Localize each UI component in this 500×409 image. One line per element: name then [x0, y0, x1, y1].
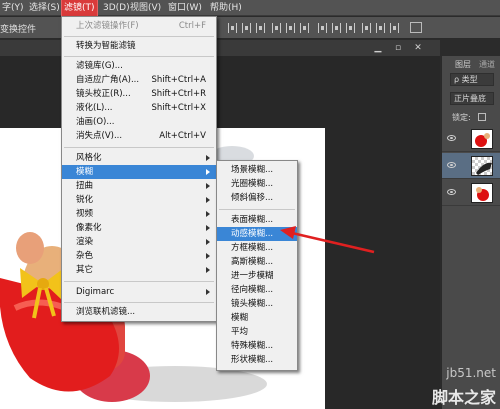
layer-thumbnail [471, 156, 493, 176]
layer-row[interactable] [442, 180, 500, 206]
menu-item-lens-blur[interactable]: 镜头模糊... [217, 297, 297, 311]
menu-item-field-blur[interactable]: 场景模糊... [217, 163, 297, 177]
menu-item-lens-correction[interactable]: 镜头校正(R)... Shift+Ctrl+R [62, 87, 216, 101]
filter-menu: 上次滤镜操作(F) Ctrl+F 转换为智能滤镜 滤镜库(G)... 自适应广角(… [61, 16, 217, 322]
menu-item-adaptive-wide-angle[interactable]: 自适应广角(A)... Shift+Ctrl+A [62, 73, 216, 87]
menu-select[interactable]: 选择(S) [29, 0, 60, 16]
submenu-arrow-icon [206, 211, 210, 217]
menu-window[interactable]: 窗口(W) [168, 0, 202, 16]
layers-panel: 图层 通道 ρ 类型 正片叠底 锁定: [441, 56, 500, 409]
minimize-icon[interactable]: ▁ [372, 43, 384, 53]
submenu-arrow-icon [206, 197, 210, 203]
menu-item-vanishing-point[interactable]: 消失点(V)... Alt+Ctrl+V [62, 129, 216, 143]
submenu-arrow-icon [206, 183, 210, 189]
menu-view[interactable]: 视图(V) [130, 0, 161, 16]
menu-item-tilt-shift[interactable]: 倾斜偏移... [217, 191, 297, 205]
menu-3d[interactable]: 3D(D) [103, 0, 130, 16]
menu-item-video[interactable]: 视频 [62, 207, 216, 221]
blur-submenu: 场景模糊... 光圈模糊... 倾斜偏移... 表面模糊... 动感模糊... … [216, 160, 298, 371]
menu-item-other[interactable]: 其它 [62, 263, 216, 277]
menu-help[interactable]: 帮助(H) [210, 0, 242, 16]
align-vcenter-icon[interactable] [242, 23, 251, 33]
submenu-arrow-icon [206, 239, 210, 245]
distribute-hcenter-icon[interactable] [376, 23, 385, 33]
menu-item-last-filter[interactable]: 上次滤镜操作(F) Ctrl+F [62, 19, 216, 33]
menu-item-oil-paint[interactable]: 油画(O)... [62, 115, 216, 129]
menu-item-filter-gallery[interactable]: 滤镜库(G)... [62, 59, 216, 73]
align-right-icon[interactable] [300, 23, 309, 33]
distribute-vcenter-icon[interactable] [332, 23, 341, 33]
menu-item-noise[interactable]: 杂色 [62, 249, 216, 263]
distribute-bottom-icon[interactable] [346, 23, 355, 33]
lock-label: 锁定: [452, 113, 471, 122]
watermark-domain: jb51.net [446, 366, 496, 380]
align-top-icon[interactable] [228, 23, 237, 33]
distribute-left-icon[interactable] [362, 23, 371, 33]
menu-item-shape-blur[interactable]: 形状模糊... [217, 353, 297, 367]
menu-bar: 字(Y) 选择(S) 滤镜(T) 3D(D) 视图(V) 窗口(W) 帮助(H) [0, 0, 500, 17]
submenu-arrow-icon [206, 225, 210, 231]
visibility-eye-icon[interactable] [447, 189, 456, 195]
watermark-site-name: 脚本之家 [431, 388, 496, 407]
menu-type[interactable]: 字(Y) [2, 0, 24, 16]
align-hcenter-icon[interactable] [286, 23, 295, 33]
layer-thumbnail [471, 183, 493, 203]
menu-filter[interactable]: 滤镜(T) [61, 0, 98, 17]
layer-row-selected[interactable] [442, 153, 500, 179]
menu-item-render[interactable]: 渲染 [62, 235, 216, 249]
menu-separator [64, 281, 214, 282]
transform-controls-label[interactable]: 变换控件 [0, 22, 36, 35]
menu-item-blur-more[interactable]: 进一步模糊 [217, 269, 297, 283]
menu-item-digimarc[interactable]: Digimarc [62, 285, 216, 299]
menu-item-blur[interactable]: 模糊 [217, 311, 297, 325]
menu-item-browse-filters-online[interactable]: 浏览联机滤镜... [62, 305, 216, 319]
close-icon[interactable]: ✕ [412, 43, 424, 53]
submenu-arrow-icon [206, 267, 210, 273]
submenu-arrow-icon [206, 155, 210, 161]
menu-separator [64, 147, 214, 148]
menu-item-liquify[interactable]: 液化(L)... Shift+Ctrl+X [62, 101, 216, 115]
menu-item-sharpen[interactable]: 锐化 [62, 193, 216, 207]
auto-align-icon[interactable] [410, 22, 422, 33]
layer-kind-filter[interactable]: ρ 类型 [450, 73, 494, 86]
layer-row[interactable] [442, 126, 500, 152]
menu-item-blur[interactable]: 模糊 [62, 165, 216, 179]
menu-separator [64, 36, 214, 37]
tab-layers[interactable]: 图层 [452, 58, 474, 71]
restore-icon[interactable]: ▫ [392, 43, 404, 53]
menu-item-distort[interactable]: 扭曲 [62, 179, 216, 193]
menu-separator [64, 302, 214, 303]
align-left-icon[interactable] [272, 23, 281, 33]
distribute-top-icon[interactable] [318, 23, 327, 33]
menu-item-smart-blur[interactable]: 特殊模糊... [217, 339, 297, 353]
submenu-arrow-icon [206, 253, 210, 259]
red-arrow-annotation [280, 226, 375, 254]
submenu-arrow-icon [206, 289, 210, 295]
distribute-right-icon[interactable] [390, 23, 399, 33]
lock-pixels-icon[interactable] [478, 113, 486, 121]
menu-separator [64, 56, 214, 57]
menu-separator [219, 209, 295, 210]
align-bottom-icon[interactable] [256, 23, 265, 33]
menu-item-convert-smart-filter[interactable]: 转换为智能滤镜 [62, 39, 216, 53]
menu-item-pixelate[interactable]: 像素化 [62, 221, 216, 235]
visibility-eye-icon[interactable] [447, 135, 456, 141]
menu-item-gaussian-blur[interactable]: 高斯模糊... [217, 255, 297, 269]
menu-item-stylize[interactable]: 风格化 [62, 151, 216, 165]
submenu-arrow-icon [206, 169, 210, 175]
menu-item-average[interactable]: 平均 [217, 325, 297, 339]
menu-item-iris-blur[interactable]: 光圈模糊... [217, 177, 297, 191]
blend-mode-select[interactable]: 正片叠底 [450, 92, 494, 105]
visibility-eye-icon[interactable] [447, 162, 456, 168]
layer-thumbnail [471, 129, 493, 149]
tab-channels[interactable]: 通道 [476, 58, 498, 71]
menu-item-radial-blur[interactable]: 径向模糊... [217, 283, 297, 297]
